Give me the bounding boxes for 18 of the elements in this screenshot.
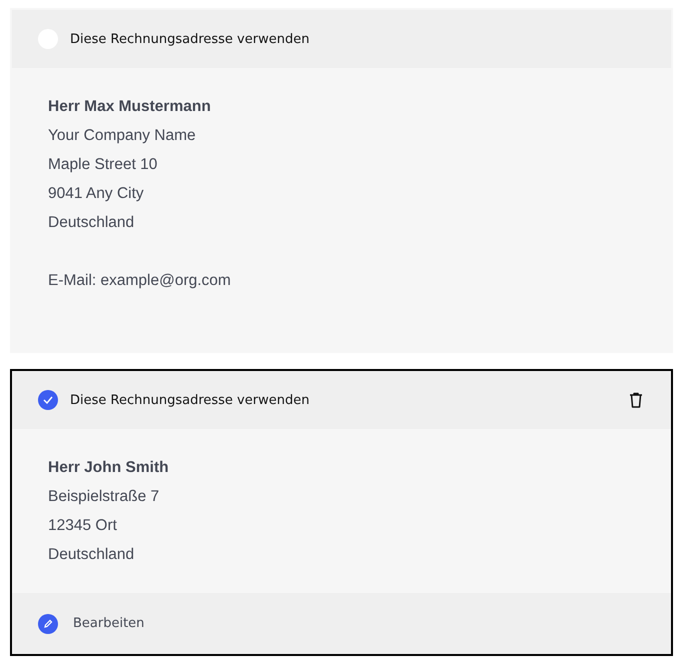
trash-icon bbox=[629, 392, 643, 408]
option-label: Diese Rechnungsadresse verwenden bbox=[70, 32, 310, 46]
pencil-icon bbox=[38, 614, 58, 634]
email-line: E-Mail: example@org.com bbox=[48, 271, 232, 291]
address-line: Deutschland bbox=[48, 213, 136, 233]
edit-link[interactable]: Bearbeiten bbox=[38, 614, 144, 634]
check-icon bbox=[43, 396, 53, 404]
address-line: 12345 Ort bbox=[48, 516, 118, 536]
address-line: Deutschland bbox=[48, 545, 136, 565]
option-label: Diese Rechnungsadresse verwenden bbox=[70, 392, 310, 408]
address-line: Your Company Name bbox=[48, 126, 197, 146]
recipient-name: Herr Max Mustermann bbox=[48, 97, 212, 117]
address-line: Maple Street 10 bbox=[48, 155, 158, 175]
delete-button[interactable] bbox=[629, 392, 643, 408]
recipient-name: Herr John Smith bbox=[48, 458, 170, 478]
radio-button[interactable] bbox=[38, 390, 58, 410]
address-line: 9041 Any City bbox=[48, 184, 145, 204]
address-line: Beispielstraße 7 bbox=[48, 487, 160, 507]
